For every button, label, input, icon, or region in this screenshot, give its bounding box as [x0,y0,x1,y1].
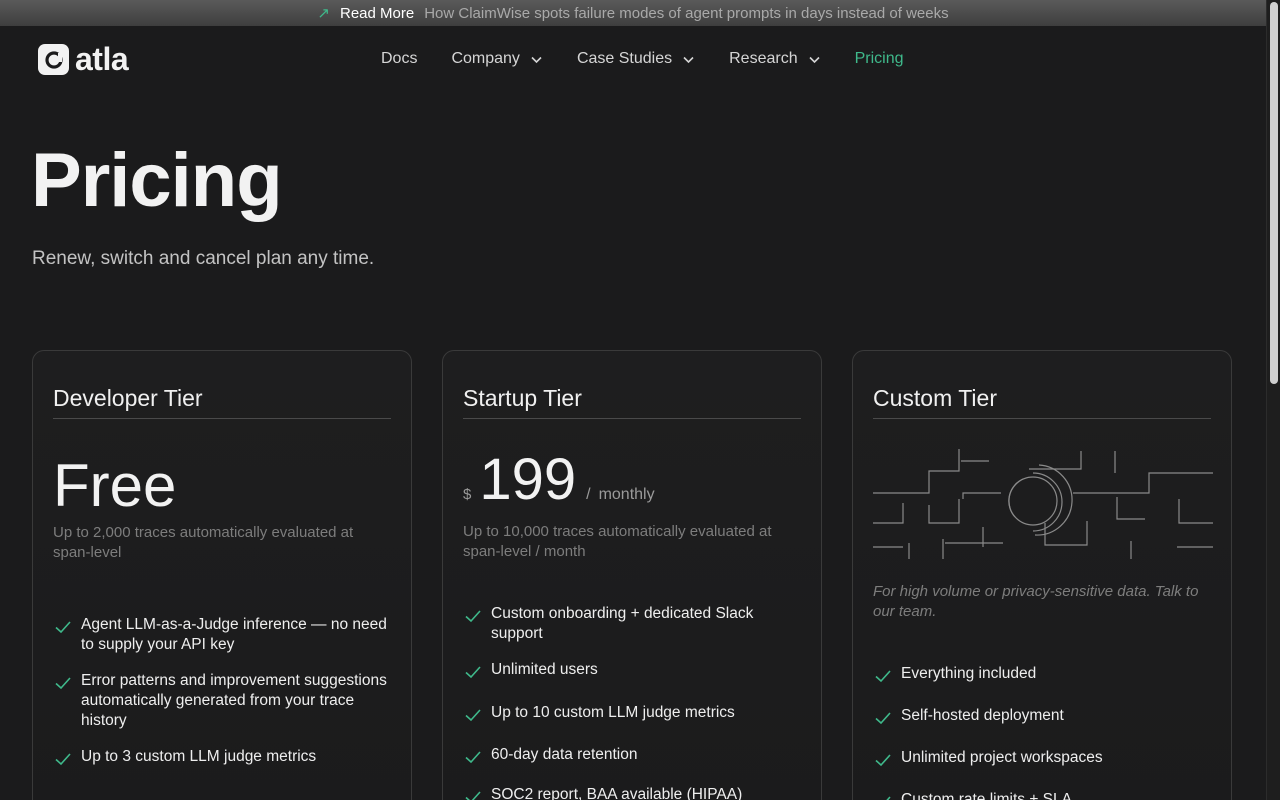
check-icon [465,610,481,623]
atla-logo-icon [38,44,69,75]
check-icon [886,796,891,800]
tier-price: Free [53,452,177,519]
check-icon [875,670,891,683]
announcement-message[interactable]: How ClaimWise spots failure modes of age… [424,5,948,22]
brand-name: atla [75,41,129,77]
scrollbar-thumb[interactable] [1270,2,1278,384]
price-separator: / [586,486,591,503]
feature-label: SOC2 report, BAA available (HIPAA) [491,786,743,800]
feature-label: Agent LLM-as-a-Judge inference — no need… [81,616,387,653]
feature-label: Custom rate limits + SLA [901,791,1072,800]
page-scrollbar[interactable] [1266,0,1280,800]
check-icon [55,753,71,766]
page-title: Pricing [31,138,283,223]
nav-pricing[interactable]: Pricing [855,50,904,68]
feature-item: Unlimited users [463,660,803,680]
feature-item: Agent LLM-as-a-Judge inference — no need… [53,615,393,655]
tier-description: For high volume or privacy-sensitive dat… [873,583,1199,620]
feature-label: Unlimited users [491,661,598,678]
feature-label: Custom onboarding + dedicated Slack supp… [491,605,754,642]
tier-description: Up to 10,000 traces automatically evalua… [463,523,772,560]
price-period: monthly [598,486,655,503]
feature-label: 60-day data retention [491,746,638,763]
check-icon [465,666,481,679]
feature-label: Up to 10 custom LLM judge metrics [491,704,735,721]
tier-description: Up to 2,000 traces automatically evaluat… [53,524,354,561]
feature-item: Custom onboarding + dedicated Slack supp… [463,604,803,644]
feature-item: 60-day data retention [463,745,803,765]
feature-item: SOC2 report, BAA available (HIPAA) [463,785,803,800]
check-icon [465,791,481,800]
nav-company[interactable]: Company [451,50,542,68]
feature-label: Everything included [901,665,1037,682]
feature-list: Agent LLM-as-a-Judge inference — no need… [53,615,393,767]
feature-item: Custom rate limits + SLA [873,790,1213,800]
nav-case-studies[interactable]: Case Studies [577,50,695,68]
tier-name: Developer Tier [53,385,391,419]
feature-label: Self-hosted deployment [901,707,1064,724]
nav-research[interactable]: Research [729,50,820,68]
developer-tier-card: Developer Tier Free Up to 2,000 traces a… [32,350,412,800]
check-icon [465,709,481,722]
feature-item: Unlimited project workspaces [873,748,1213,768]
feature-list: Custom onboarding + dedicated Slack supp… [463,604,803,800]
nav-docs-label: Docs [381,50,418,67]
chevron-down-icon [683,56,694,63]
check-icon [875,712,891,725]
feature-item: Up to 3 custom LLM judge metrics [53,747,393,767]
chevron-down-icon [809,56,820,63]
nav-docs[interactable]: Docs [381,50,417,68]
feature-item: Self-hosted deployment [873,706,1213,726]
circuit-illustration [873,449,1213,559]
feature-item: Everything included [873,664,1213,684]
feature-label: Unlimited project workspaces [901,749,1103,766]
page-subtitle: Renew, switch and cancel plan any time. [32,248,375,269]
feature-list: Everything included Self-hosted deployme… [873,664,1213,800]
feature-item: Up to 10 custom LLM judge metrics [463,703,803,723]
brand-logo[interactable]: atla [38,41,129,77]
check-icon [55,621,71,634]
tier-price-row: $ 199 / monthly [463,447,655,513]
nav-research-label: Research [729,50,798,67]
nav-pricing-label: Pricing [854,50,904,67]
tier-name: Custom Tier [873,385,1211,419]
check-icon [55,677,71,690]
read-more-link[interactable]: Read More [340,5,414,22]
feature-label: Up to 3 custom LLM judge metrics [81,748,317,765]
check-icon [875,754,891,767]
startup-tier-card: Startup Tier $ 199 / monthly Up to 10,00… [442,350,822,800]
chevron-down-icon [531,56,542,63]
check-icon [465,751,481,764]
custom-tier-card: Custom Tier For high volume or privacy-s… [852,350,1232,800]
tier-price: 199 [479,447,577,512]
tier-name: Startup Tier [463,385,801,419]
nav-company-label: Company [451,50,520,67]
feature-item: Error patterns and improvement suggestio… [53,671,393,731]
nav-case-studies-label: Case Studies [576,50,673,67]
announcement-bar[interactable]: ↗ Read More How ClaimWise spots failure … [0,0,1266,26]
main-nav: Docs Company Case Studies Research Prici… [381,48,904,70]
price-currency: $ [463,486,472,503]
arrow-up-right-icon: ↗ [317,5,330,22]
feature-label: Error patterns and improvement suggestio… [81,672,387,729]
